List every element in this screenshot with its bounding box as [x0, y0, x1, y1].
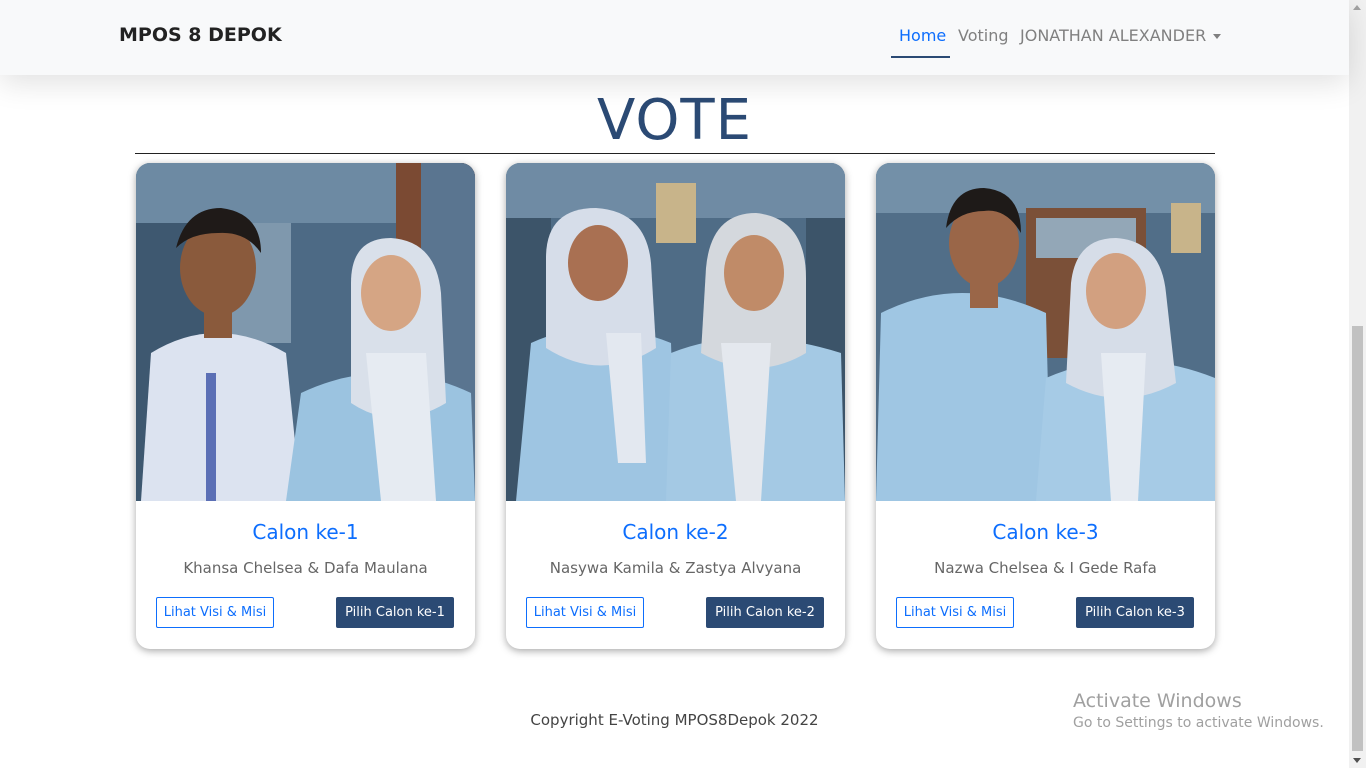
view-vision-mission-button[interactable]: Lihat Visi & Misi [896, 597, 1014, 628]
watermark-line-1: Activate Windows [1073, 690, 1242, 712]
windows-activation-watermark: Activate Windows Go to Settings to activ… [1073, 690, 1324, 731]
choose-candidate-button[interactable]: Pilih Calon ke-2 [706, 597, 824, 628]
user-menu-dropdown[interactable]: JONATHAN ALEXANDER [1020, 26, 1206, 45]
candidate-photo-3 [876, 163, 1215, 501]
choose-candidate-button[interactable]: Pilih Calon ke-1 [336, 597, 454, 628]
brand-logo-text[interactable]: MPOS 8 DEPOK [119, 24, 282, 46]
candidate-names: Nasywa Kamila & Zastya Alvyana [549, 559, 802, 577]
candidate-card-1: Calon ke-1 Khansa Chelsea & Dafa Maulana… [136, 163, 475, 649]
candidate-title: Calon ke-1 [252, 520, 359, 544]
candidate-photo-2 [506, 163, 845, 501]
scrollbar-thumb[interactable] [1352, 326, 1363, 751]
view-vision-mission-button[interactable]: Lihat Visi & Misi [156, 597, 274, 628]
scroll-down-arrow-icon[interactable] [1353, 758, 1361, 763]
active-nav-indicator [891, 56, 950, 58]
candidate-card-2: Calon ke-2 Nasywa Kamila & Zastya Alvyan… [506, 163, 845, 649]
watermark-line-2: Go to Settings to activate Windows. [1073, 715, 1324, 731]
nav-link-home[interactable]: Home [899, 26, 946, 45]
navbar: MPOS 8 DEPOK Home Voting JONATHAN ALEXAN… [0, 0, 1349, 75]
candidate-photo-1 [136, 163, 475, 501]
view-vision-mission-button[interactable]: Lihat Visi & Misi [526, 597, 644, 628]
candidate-names: Khansa Chelsea & Dafa Maulana [183, 559, 428, 577]
choose-candidate-button[interactable]: Pilih Calon ke-3 [1076, 597, 1194, 628]
nav-link-voting[interactable]: Voting [958, 26, 1009, 45]
page-title: VOTE [597, 88, 752, 153]
candidate-names: Nazwa Chelsea & I Gede Rafa [934, 559, 1157, 577]
vertical-scrollbar[interactable] [1349, 0, 1366, 768]
title-divider [135, 153, 1215, 154]
candidate-title: Calon ke-2 [622, 520, 729, 544]
candidate-title: Calon ke-3 [992, 520, 1099, 544]
candidate-card-3: Calon ke-3 Nazwa Chelsea & I Gede Rafa L… [876, 163, 1215, 649]
caret-down-icon[interactable] [1213, 34, 1221, 39]
scroll-up-arrow-icon[interactable] [1353, 5, 1361, 10]
